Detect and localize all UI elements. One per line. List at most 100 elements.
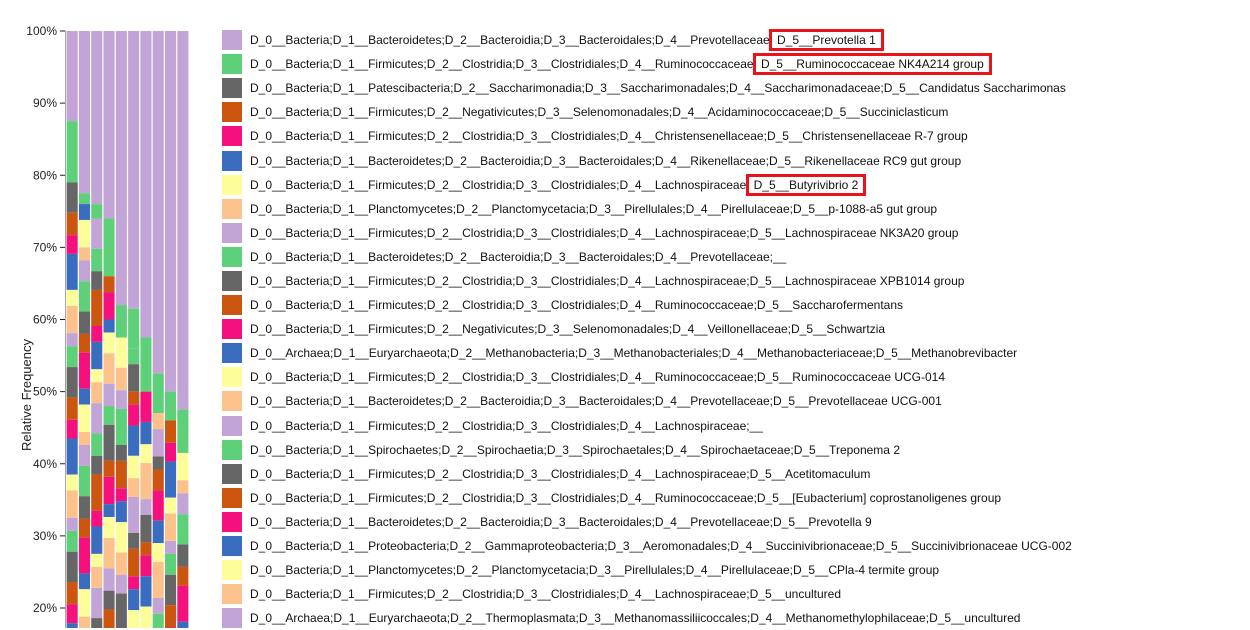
bar-segment (115, 501, 128, 523)
bar-segment (115, 390, 128, 409)
bar-segment (102, 460, 116, 477)
bar-segment (66, 490, 79, 518)
legend-item: D_0__Bacteria;D_1__Bacteroidetes;D_2__Ba… (222, 148, 1242, 172)
bar-segment (66, 31, 79, 122)
bar-segment (115, 552, 128, 575)
bar-segment (66, 419, 79, 439)
legend-swatch (222, 150, 242, 171)
legend-swatch (222, 174, 242, 195)
bar-segment (102, 517, 116, 539)
y-tick-label: 60% (33, 313, 57, 327)
legend-label: D_0__Bacteria;D_1__Firmicutes;D_2__Clost… (250, 587, 842, 602)
bar-segment (78, 333, 91, 353)
legend-item: D_0__Archaea;D_1__Euryarchaeota;D_2__Met… (222, 341, 1242, 365)
legend-item: D_0__Bacteria;D_1__Bacteroidetes;D_2__Ba… (222, 245, 1242, 269)
bar-segment (164, 553, 177, 575)
legend-swatch (222, 270, 242, 291)
legend-swatch (222, 126, 242, 147)
legend-swatch (222, 30, 242, 51)
y-tick-label: 50% (33, 385, 57, 399)
legend-item: D_0__Bacteria;D_1__Firmicutes;D_2__Clost… (222, 124, 1242, 148)
legend-label: D_0__Bacteria;D_1__Bacteroidetes;D_2__Ba… (250, 153, 962, 168)
bar-segment (66, 582, 79, 605)
legend-item: D_0__Bacteria;D_1__Firmicutes;D_2__Clost… (222, 293, 1242, 317)
legend-swatch (222, 608, 242, 629)
legend-label: D_0__Bacteria;D_1__Firmicutes;D_2__Negat… (250, 322, 886, 337)
bar-segment (66, 212, 79, 236)
bar-segment (176, 31, 189, 410)
bar-segment (176, 585, 189, 622)
legend-label: D_0__Bacteria;D_1__Patescibacteria;D_2__… (250, 81, 1066, 96)
y-tick-label: 90% (33, 96, 57, 110)
legend-item: D_0__Bacteria;D_1__Firmicutes;D_2__Clost… (222, 221, 1242, 245)
y-tick-label: 70% (33, 240, 57, 254)
bar-segment (66, 474, 79, 491)
bar-segment (164, 461, 177, 498)
bar-segment (164, 497, 177, 514)
y-axis-label: Relative Frequency (19, 339, 34, 451)
legend-label: D_0__Bacteria;D_1__Firmicutes;D_2__Clost… (250, 129, 968, 144)
bar-segment (78, 465, 91, 497)
bar-segment (152, 456, 165, 470)
bar-segment (139, 514, 153, 543)
legend-item: D_0__Bacteria;D_1__Spirochaetes;D_2__Spi… (222, 438, 1242, 462)
bar-segment (102, 332, 116, 354)
bar-segment (78, 573, 91, 590)
legend-label: D_0__Bacteria;D_1__Firmicutes;D_2__Clost… (250, 418, 763, 433)
legend-item: D_0__Bacteria;D_1__Firmicutes;D_2__Clost… (222, 462, 1242, 486)
highlight-box: D_5__Prevotella 1 (769, 29, 884, 52)
bar-segment (78, 537, 91, 574)
bar-segment (90, 218, 103, 249)
legend-label: D_0__Bacteria;D_1__Planctomycetes;D_2__P… (250, 563, 940, 578)
bar-segment (90, 455, 103, 475)
legend: D_0__Bacteria;D_1__Bacteroidetes;D_2__Ba… (222, 28, 1242, 630)
bar-segment (102, 538, 116, 569)
legend-label: D_0__Bacteria;D_1__Firmicutes;D_2__Clost… (250, 173, 867, 196)
legend-swatch (222, 295, 242, 316)
bar-segment (139, 421, 153, 445)
legend-item: D_0__Bacteria;D_1__Bacteroidetes;D_2__Ba… (222, 389, 1242, 413)
bar-segment (66, 397, 79, 420)
bar-segment (115, 367, 128, 391)
legend-item: D_0__Bacteria;D_1__Bacteroidetes;D_2__Ba… (222, 28, 1242, 52)
legend-label: D_0__Bacteria;D_1__Spirochaetes;D_2__Spi… (250, 442, 900, 457)
bar-segment (127, 589, 140, 611)
bar-segment (66, 289, 79, 306)
bar-segment (78, 589, 91, 617)
bar-segment (102, 353, 116, 384)
legend-swatch (222, 391, 242, 412)
bar-segment (78, 204, 91, 220)
bar-segment (66, 346, 79, 368)
legend-swatch (222, 198, 242, 219)
bar-segment (102, 590, 116, 610)
legend-label: D_0__Bacteria;D_1__Bacteroidetes;D_2__Ba… (250, 514, 872, 529)
bar-segment (127, 548, 140, 577)
bar-segment (78, 616, 91, 628)
bar-segment (176, 621, 189, 628)
bar-segment (164, 513, 177, 541)
bar-segment (176, 452, 189, 481)
bar-segment (115, 574, 128, 594)
legend-swatch (222, 54, 242, 75)
legend-label: D_0__Bacteria;D_1__Firmicutes;D_2__Clost… (250, 53, 992, 76)
legend-swatch (222, 511, 242, 532)
legend-label: D_0__Bacteria;D_1__Firmicutes;D_2__Clost… (250, 225, 959, 240)
legend-label: D_0__Bacteria;D_1__Firmicutes;D_2__Clost… (250, 370, 946, 385)
legend-swatch (222, 439, 242, 460)
legend-swatch (222, 102, 242, 123)
bar-segment (90, 553, 103, 567)
bar-segment (90, 587, 103, 619)
bar-segment (115, 488, 128, 502)
bar-segment (78, 518, 91, 538)
bar-segment (127, 576, 140, 590)
legend-label: D_0__Archaea;D_1__Euryarchaeota;D_2__Met… (250, 346, 1018, 361)
bar-segment (66, 333, 79, 347)
bar-segment (102, 424, 116, 461)
bar-segment (78, 444, 91, 466)
bar-segment (78, 352, 91, 389)
bar-segment (115, 31, 128, 306)
bar-segment (90, 566, 103, 588)
legend-swatch (222, 246, 242, 267)
bar-segment (102, 292, 116, 320)
legend-swatch (222, 584, 242, 605)
